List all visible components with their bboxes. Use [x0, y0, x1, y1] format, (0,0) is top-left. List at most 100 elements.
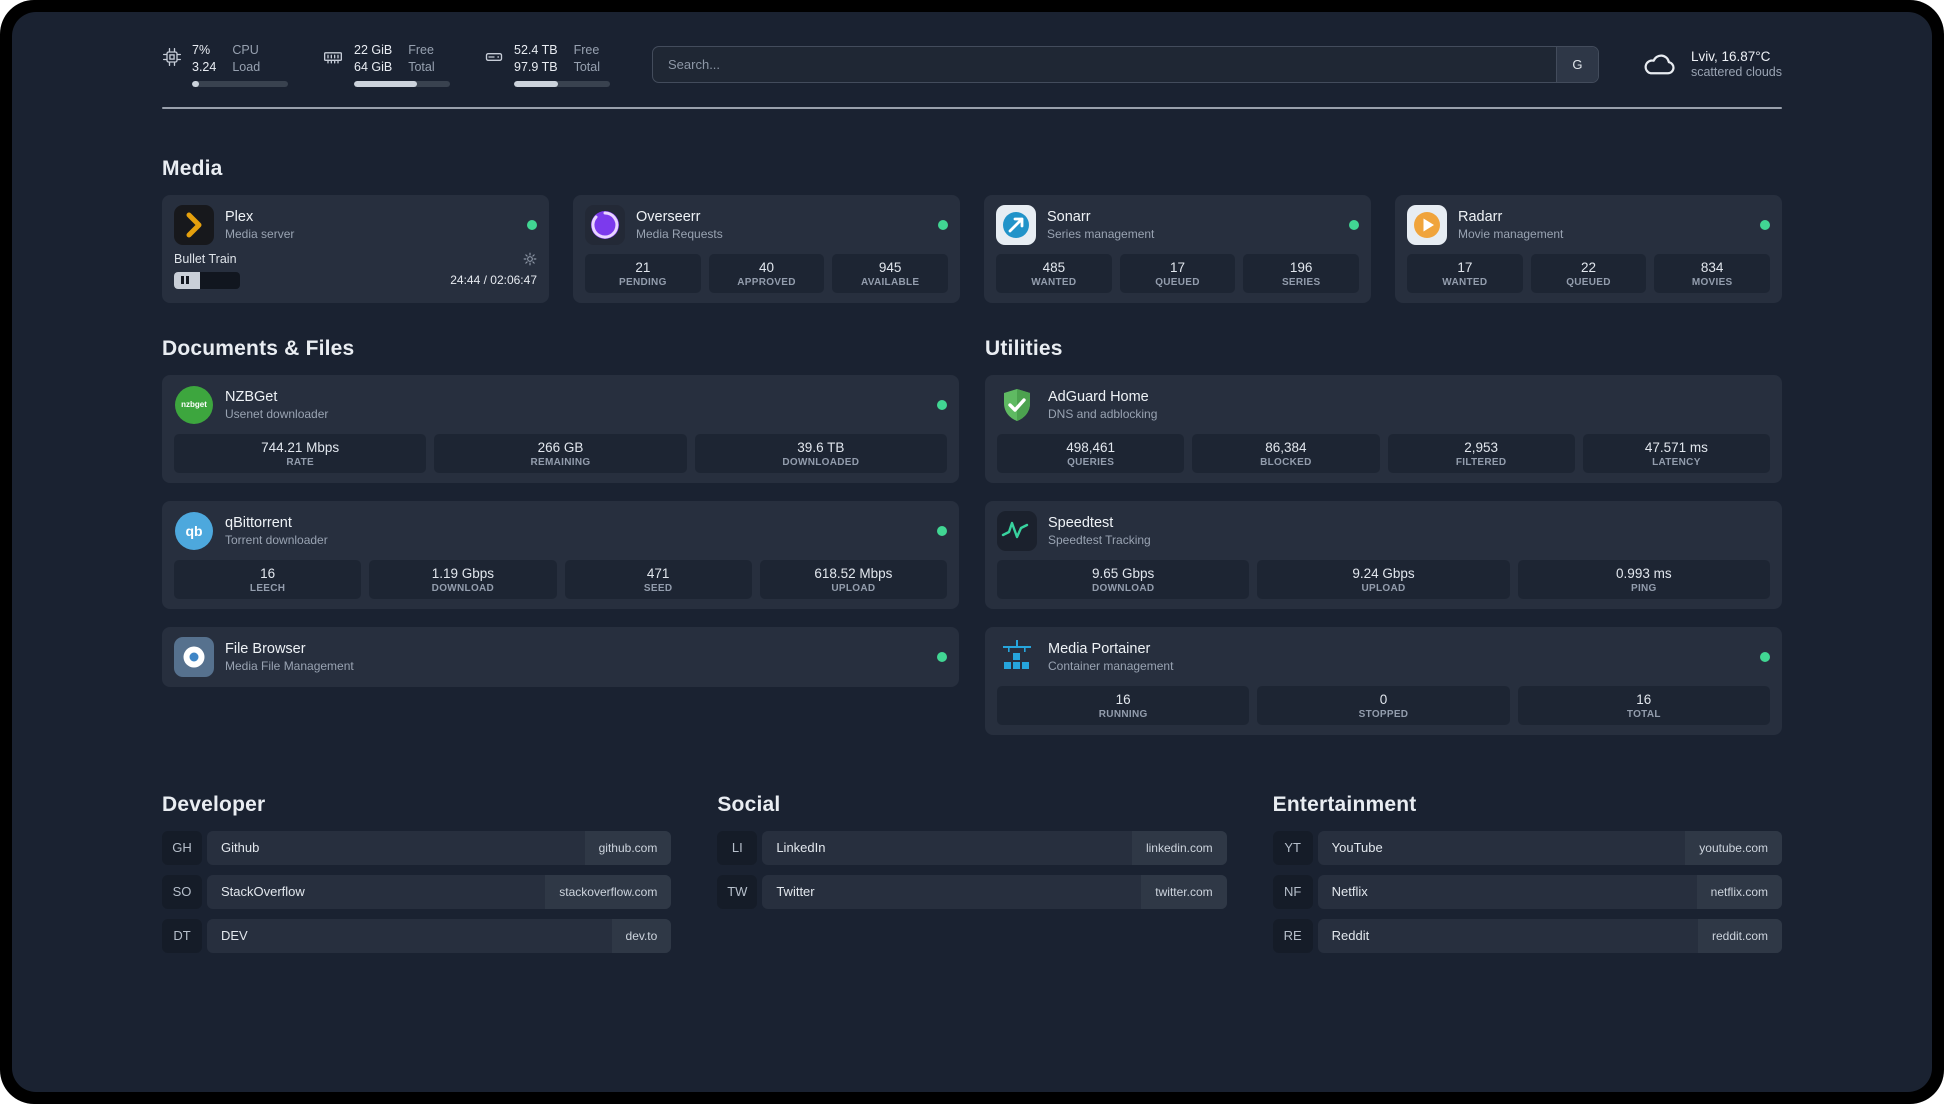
- bookmark-stackoverflow[interactable]: SO StackOverflow stackoverflow.com: [162, 874, 672, 909]
- memory-free-label: Free: [408, 43, 434, 57]
- bookmark-youtube[interactable]: YT YouTube youtube.com: [1272, 830, 1782, 865]
- stat-value: 0: [1379, 691, 1388, 707]
- bookmark-name: Twitter: [776, 884, 815, 899]
- stat-label: QUERIES: [1067, 456, 1115, 468]
- section-utilities: Utilities AdGuard Home DNS and adblockin…: [985, 337, 1782, 735]
- bookmark-netflix[interactable]: NF Netflix netflix.com: [1272, 874, 1782, 909]
- service-name: Overseerr: [636, 208, 701, 225]
- service-subtitle: Torrent downloader: [225, 532, 328, 547]
- search-provider-button[interactable]: G: [1555, 46, 1598, 82]
- adguard-icon: [997, 385, 1037, 425]
- stat-label: RATE: [286, 456, 314, 468]
- stat-approved: 40 APPROVED: [708, 253, 825, 293]
- service-subtitle: Speedtest Tracking: [1048, 532, 1151, 547]
- stat-value: 9.65 Gbps: [1092, 565, 1155, 581]
- stat-download: 9.65 Gbps DOWNLOAD: [997, 559, 1250, 599]
- weather-widget: Lviv, 16.87°C scattered clouds: [1641, 49, 1782, 79]
- bookmark-group-title: Social: [717, 792, 781, 816]
- bookmark-group-developer: Developer GH Github github.com SO StackO…: [162, 792, 672, 953]
- cpu-widget: 7% 3.24 CPU Load: [162, 42, 288, 87]
- nzbget-icon-text: nzbget: [181, 400, 207, 409]
- pause-icon[interactable]: [181, 276, 189, 284]
- bookmark-url: youtube.com: [1685, 830, 1782, 865]
- service-card-sonarr[interactable]: Sonarr Series management 485 WANTED 17 Q…: [984, 194, 1371, 303]
- bookmark-url: stackoverflow.com: [545, 874, 672, 909]
- stat-value: 744.21 Mbps: [261, 439, 340, 455]
- bookmark-github[interactable]: GH Github github.com: [162, 830, 672, 865]
- stat-value: 9.24 Gbps: [1352, 565, 1415, 581]
- screen-frame: 7% 3.24 CPU Load 22 GiB 64 GiB Free Tota…: [0, 0, 1944, 1104]
- stat-stopped: 0 STOPPED: [1257, 685, 1510, 725]
- service-name: Speedtest: [1048, 514, 1114, 531]
- stat-label: RUNNING: [1098, 708, 1148, 720]
- bookmark-abbr: GH: [162, 830, 202, 865]
- service-card-adguard[interactable]: AdGuard Home DNS and adblocking 498,461 …: [985, 374, 1782, 483]
- service-card-overseerr[interactable]: Overseerr Media Requests 21 PENDING 40 A…: [573, 194, 960, 303]
- stat-value: 834: [1700, 259, 1724, 275]
- service-subtitle: Container management: [1048, 658, 1174, 673]
- status-dot: [1760, 219, 1770, 230]
- cpu-label: CPU: [232, 43, 259, 57]
- bookmark-abbr: DT: [162, 918, 202, 953]
- stat-wanted: 17 WANTED: [1407, 253, 1523, 293]
- service-card-plex[interactable]: Plex Media server Bullet Train 24:44 / 0…: [162, 194, 549, 303]
- stat-ping: 0.993 ms PING: [1517, 559, 1770, 599]
- stat-value: 485: [1042, 259, 1066, 275]
- bookmark-reddit[interactable]: RE Reddit reddit.com: [1272, 918, 1782, 953]
- stat-value: 0.993 ms: [1616, 565, 1672, 581]
- bookmark-abbr: TW: [717, 874, 758, 909]
- bookmark-name: LinkedIn: [776, 840, 826, 855]
- speedtest-icon: [997, 510, 1037, 551]
- stat-label: DOWNLOAD: [1091, 582, 1155, 594]
- bookmark-group-title: Developer: [162, 792, 266, 816]
- stat-label: LEECH: [249, 582, 286, 594]
- cpu-load-label: Load: [232, 60, 261, 75]
- memory-progress-bar: [354, 80, 450, 87]
- search-input[interactable]: [653, 56, 1556, 72]
- portainer-icon: [997, 637, 1037, 677]
- stat-download: 1.19 Gbps DOWNLOAD: [369, 559, 557, 599]
- stat-label: UPLOAD: [831, 582, 876, 594]
- bookmark-abbr: LI: [717, 830, 758, 865]
- service-name: qBittorrent: [225, 514, 292, 531]
- disk-icon: [484, 47, 504, 67]
- stat-label: LATENCY: [1652, 456, 1701, 468]
- stat-value: 1.19 Gbps: [431, 565, 495, 581]
- bookmark-name: Github: [221, 840, 260, 855]
- plex-icon: [174, 204, 214, 245]
- bookmark-linkedin[interactable]: LI LinkedIn linkedin.com: [717, 830, 1227, 865]
- service-card-speedtest[interactable]: Speedtest Speedtest Tracking 9.65 Gbps D…: [985, 500, 1782, 609]
- service-card-radarr[interactable]: Radarr Movie management 17 WANTED 22 QUE…: [1395, 194, 1782, 303]
- bookmark-url: dev.to: [611, 918, 672, 953]
- service-card-nzbget[interactable]: nzbget NZBGet Usenet downloader 744.21 M…: [162, 374, 959, 483]
- stat-value: 86,384: [1265, 439, 1307, 455]
- stat-downloaded: 39.6 TB DOWNLOADED: [694, 433, 947, 473]
- stat-pending: 21 PENDING: [585, 253, 701, 293]
- service-card-portainer[interactable]: Media Portainer Container management 16 …: [985, 626, 1782, 735]
- cpu-progress-fill: [192, 80, 199, 87]
- memory-icon: [322, 47, 344, 67]
- service-subtitle: Media server: [225, 226, 295, 241]
- bookmark-twitter[interactable]: TW Twitter twitter.com: [717, 874, 1227, 909]
- bookmark-dev[interactable]: DT DEV dev.to: [162, 918, 672, 953]
- memory-total-value: 64 GiB: [354, 60, 393, 75]
- stat-queued: 22 QUEUED: [1530, 253, 1647, 293]
- gear-icon[interactable]: [523, 252, 537, 266]
- stat-label: QUEUED: [1155, 276, 1200, 288]
- service-card-filebrowser[interactable]: File Browser Media File Management: [162, 626, 959, 687]
- cpu-progress-bar: [192, 80, 288, 87]
- section-documents: Documents & Files nzbget NZBGet Usenet d…: [162, 337, 959, 687]
- stat-label: WANTED: [1031, 276, 1077, 288]
- stat-label: MOVIES: [1691, 276, 1733, 288]
- nzbget-icon: nzbget: [174, 385, 214, 425]
- stat-upload: 9.24 Gbps UPLOAD: [1257, 559, 1510, 599]
- service-card-qbittorrent[interactable]: qb qBittorrent Torrent downloader 16 LEE…: [162, 500, 959, 609]
- bookmark-name: DEV: [221, 928, 248, 943]
- bookmark-abbr: SO: [162, 874, 202, 909]
- search-bar[interactable]: G: [652, 45, 1599, 83]
- bookmark-name: Reddit: [1331, 928, 1370, 943]
- stat-label: PENDING: [619, 276, 667, 288]
- service-name: Plex: [225, 208, 254, 225]
- filebrowser-icon: [174, 636, 214, 677]
- stat-value: 16: [1115, 691, 1131, 707]
